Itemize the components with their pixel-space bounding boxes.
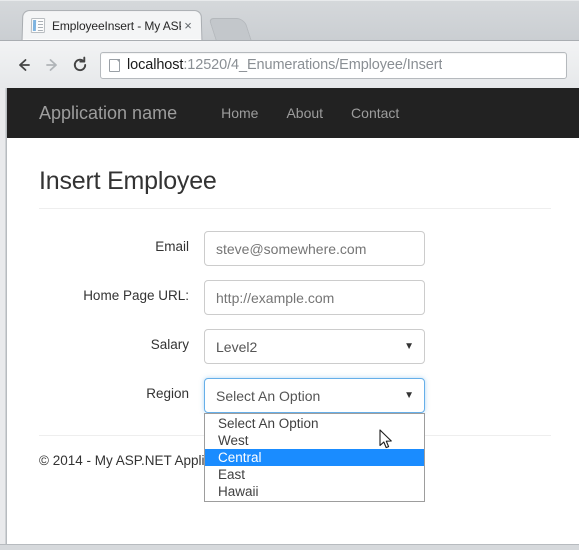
form-row-homepage-url: Home Page URL: [39,280,551,315]
url-text: localhost:12520/4_Enumerations/Employee/… [127,57,442,73]
address-bar[interactable]: localhost:12520/4_Enumerations/Employee/… [100,52,567,79]
new-tab-button[interactable] [208,18,251,40]
label-homepage-url: Home Page URL: [39,280,204,303]
page-favicon-icon [31,18,45,33]
tab-title: EmployeeInsert - My ASP. [52,19,181,33]
region-dropdown-list[interactable]: Select An Option West Central East Hawai… [204,413,425,502]
label-salary: Salary [39,329,204,352]
close-icon[interactable]: × [181,19,195,33]
browser-window: EmployeeInsert - My ASP. × localhost:125… [0,0,579,550]
nav-link-contact[interactable]: Contact [337,105,413,121]
dropdown-option-west[interactable]: West [205,432,424,449]
navbar-brand[interactable]: Application name [39,103,177,124]
region-select[interactable]: Select An Option ▼ [204,378,425,413]
nav-link-home[interactable]: Home [207,105,272,121]
url-path: :12520/4_Enumerations/Employee/Insert [183,57,442,73]
chevron-down-icon: ▼ [404,391,414,401]
forward-arrow-icon [43,56,61,74]
homepage-url-input[interactable] [204,280,425,315]
reload-icon [71,56,89,74]
chevron-down-icon: ▼ [404,342,414,352]
dropdown-option-select-an-option[interactable]: Select An Option [205,415,424,432]
page-title: Insert Employee [39,167,551,196]
page-content: Insert Employee Email Home Page URL: Sal… [7,167,579,468]
forward-button[interactable] [38,51,66,79]
document-icon [109,59,120,72]
insert-employee-form: Email Home Page URL: Salary Level2 ▼ Reg… [39,231,551,413]
form-row-salary: Salary Level2 ▼ [39,329,551,364]
navbar-links: Home About Contact [207,105,413,121]
tab-strip: EmployeeInsert - My ASP. × [0,10,579,40]
email-input[interactable] [204,231,425,266]
nav-link-about[interactable]: About [272,105,337,121]
title-divider [39,208,551,209]
url-host: localhost [127,57,183,73]
browser-tab[interactable]: EmployeeInsert - My ASP. × [22,10,203,40]
reload-button[interactable] [66,51,94,79]
form-row-region: Region Select An Option ▼ Select An Opti… [39,378,551,413]
back-arrow-icon [15,56,33,74]
window-bottom-edge [0,544,579,550]
label-region: Region [39,378,204,401]
salary-select[interactable]: Level2 ▼ [204,329,425,364]
label-email: Email [39,231,204,254]
page-viewport: Application name Home About Contact Inse… [6,88,579,544]
browser-toolbar: localhost:12520/4_Enumerations/Employee/… [0,40,579,89]
browser-chrome: EmployeeInsert - My ASP. × localhost:125… [0,0,579,88]
form-row-email: Email [39,231,551,266]
back-button[interactable] [10,51,38,79]
site-navbar: Application name Home About Contact [7,88,579,138]
dropdown-option-central[interactable]: Central [205,449,424,466]
region-select-value: Select An Option [216,388,320,404]
dropdown-option-east[interactable]: East [205,466,424,483]
salary-select-value: Level2 [216,339,257,355]
dropdown-option-hawaii[interactable]: Hawaii [205,483,424,500]
